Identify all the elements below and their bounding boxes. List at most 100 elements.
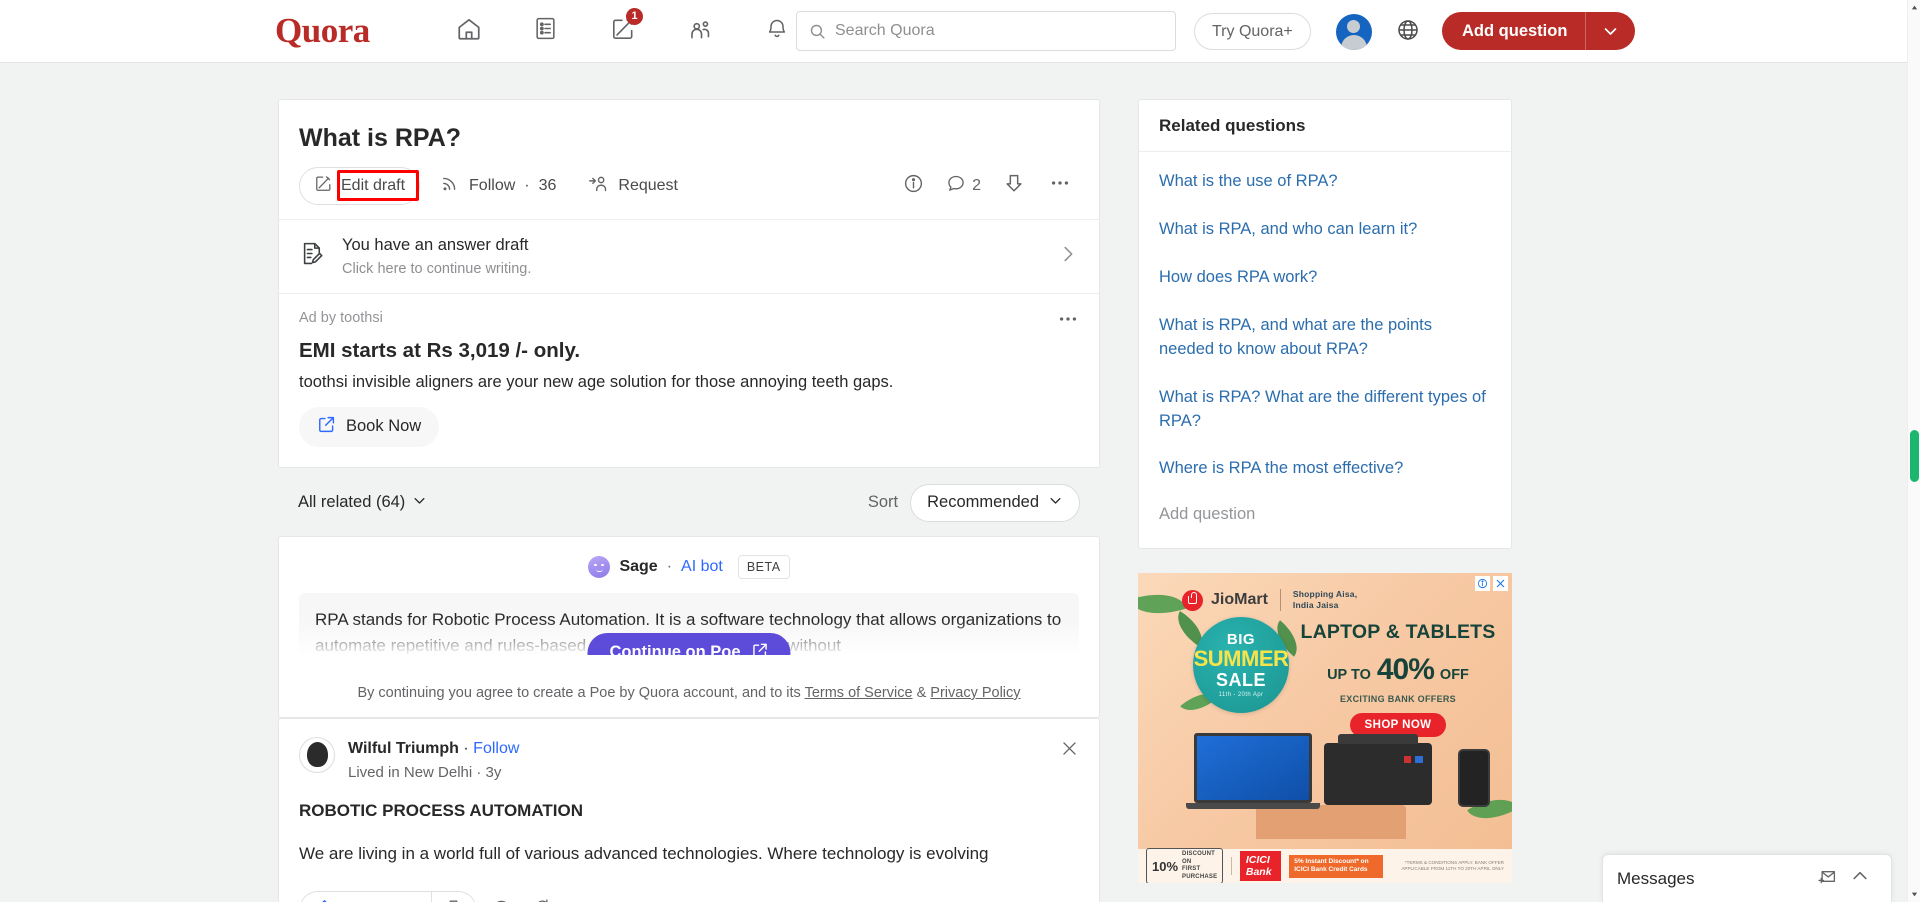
- downvote-button[interactable]: [432, 892, 476, 902]
- sidebar-add-question-button[interactable]: Add question: [1139, 493, 1511, 536]
- sidebar-advertisement[interactable]: JioMart Shopping Aisa, India Jaisa BIG S…: [1138, 573, 1512, 884]
- related-question-item[interactable]: Where is RPA the most effective?: [1139, 445, 1511, 493]
- inline-advertisement: Ad by toothsi EMI starts at Rs 3,019 /- …: [279, 292, 1099, 467]
- all-related-dropdown[interactable]: All related (64): [298, 493, 427, 513]
- tagline-line-2: India Jaisa: [1292, 600, 1339, 611]
- upvote-button[interactable]: Upvote · 3: [300, 892, 431, 902]
- request-label: Request: [618, 176, 678, 194]
- answer-share-button[interactable]: 1: [527, 898, 573, 902]
- user-avatar[interactable]: [1336, 14, 1372, 50]
- answer-draft-banner[interactable]: You have an answer draft Click here to c…: [279, 218, 1099, 293]
- dismiss-answer-button[interactable]: [1060, 739, 1079, 763]
- search-icon: [809, 23, 826, 40]
- question-downvote-button[interactable]: [995, 167, 1033, 205]
- expand-messages-button[interactable]: [1843, 862, 1877, 896]
- follow-button[interactable]: Follow · 36: [428, 167, 568, 205]
- messages-widget[interactable]: Messages: [1602, 854, 1892, 902]
- chevron-down-icon: [412, 493, 427, 513]
- all-related-label: All related (64): [298, 493, 406, 512]
- search-input[interactable]: [835, 22, 1163, 40]
- logo-divider: [1279, 589, 1281, 612]
- page-content: What is RPA? Edit draft Follow · 36 Requ…: [0, 63, 1907, 902]
- scrollbar-up-arrow[interactable]: [1908, 0, 1920, 15]
- request-button[interactable]: Request: [576, 167, 690, 205]
- continue-on-poe-button[interactable]: Continue on Poe: [587, 632, 791, 655]
- close-icon: [1063, 742, 1076, 755]
- ad-close-button[interactable]: [1493, 576, 1508, 592]
- edit-draft-label: Edit draft: [341, 176, 406, 194]
- language-button[interactable]: [1390, 14, 1426, 50]
- chevron-up-icon: [1850, 866, 1870, 891]
- author-line: Wilful Triumph · Follow: [348, 737, 519, 760]
- chevron-down-icon[interactable]: [1586, 23, 1635, 40]
- author-meta: Wilful Triumph · Follow Lived in New Del…: [348, 737, 519, 784]
- question-comments-button[interactable]: 2: [940, 173, 987, 198]
- messages-title: Messages: [1617, 868, 1695, 888]
- offer-value: 40%: [1376, 653, 1435, 687]
- author-name[interactable]: Wilful Triumph: [348, 740, 459, 757]
- globe-icon: [1396, 18, 1420, 47]
- request-answer-icon: [588, 173, 609, 199]
- sage-answer-body: RPA stands for Robotic Process Automatio…: [299, 592, 1079, 655]
- sort-label: Sort: [867, 493, 899, 512]
- nav-answer-button[interactable]: 1: [584, 8, 661, 52]
- try-quora-plus-button[interactable]: Try Quora+: [1194, 13, 1311, 50]
- sort-dropdown[interactable]: Recommended: [910, 483, 1080, 522]
- follow-count: 36: [538, 176, 557, 194]
- repost-icon: [533, 898, 552, 902]
- more-dots-icon: [1059, 317, 1077, 321]
- scrollbar-thumb[interactable]: [1910, 430, 1919, 482]
- edit-draft-button[interactable]: Edit draft: [299, 166, 421, 205]
- laptop-product-image: [1186, 733, 1320, 810]
- related-question-item[interactable]: What is RPA, and what are the points nee…: [1139, 302, 1511, 374]
- terms-of-service-link[interactable]: Terms of Service: [805, 685, 913, 701]
- ad-bank-offers-line: EXCITING BANK OFFERS: [1339, 694, 1456, 705]
- author-credential: Lived in New Delhi · 3y: [348, 764, 502, 782]
- terms-amp: &: [912, 684, 931, 701]
- ad-info-button[interactable]: [1475, 576, 1490, 592]
- related-question-item[interactable]: What is RPA, and who can learn it?: [1139, 206, 1511, 254]
- privacy-policy-link[interactable]: Privacy Policy: [930, 685, 1020, 701]
- add-question-button[interactable]: Add question: [1442, 12, 1636, 50]
- more-dots-icon: [1029, 897, 1051, 902]
- author-follow-link[interactable]: Follow: [473, 740, 519, 757]
- related-questions-card: Related questions What is the use of RPA…: [1138, 99, 1512, 550]
- continue-on-poe-label: Continue on Poe: [609, 643, 741, 655]
- answer-comment-button[interactable]: [483, 891, 521, 902]
- book-now-button[interactable]: Book Now: [299, 406, 440, 447]
- related-question-item[interactable]: How does RPA work?: [1139, 254, 1511, 302]
- ad-terms-text: *TERMS & CONDITIONS APPLY. BANK OFFER AP…: [1401, 860, 1504, 872]
- page-title: What is RPA?: [299, 124, 462, 152]
- search-bar[interactable]: [796, 11, 1176, 51]
- question-more-button[interactable]: [1041, 167, 1079, 205]
- question-info-button[interactable]: [894, 167, 932, 205]
- sage-role[interactable]: AI bot: [681, 558, 723, 576]
- related-question-item[interactable]: What is the use of RPA?: [1139, 158, 1511, 206]
- new-message-button[interactable]: [1809, 862, 1843, 896]
- chevron-right-icon[interactable]: [1057, 243, 1079, 270]
- nav-home-button[interactable]: [430, 10, 507, 52]
- scrollbar-down-arrow[interactable]: [1908, 887, 1920, 902]
- edit-pencil-icon: [314, 174, 333, 198]
- ad-options-button[interactable]: [1057, 308, 1079, 335]
- quora-logo[interactable]: Quora: [275, 11, 370, 51]
- ad-attribution: Ad by toothsi: [299, 309, 383, 326]
- phone-product-image: [1458, 749, 1490, 808]
- downvote-arrow-icon: [444, 898, 463, 902]
- comment-bubble-icon: [946, 173, 966, 198]
- discount-percent: 10%: [1152, 858, 1179, 874]
- jiomart-tagline: Shopping Aisa, India Jaisa: [1293, 589, 1357, 611]
- nav-following-button[interactable]: [507, 10, 584, 52]
- related-question-item[interactable]: What is RPA? What are the different type…: [1139, 374, 1511, 446]
- nav-spaces-button[interactable]: [661, 10, 738, 52]
- ad-headline: LAPTOP & TABLETS: [1300, 621, 1496, 644]
- laptop-base: [1186, 803, 1320, 810]
- rss-follow-icon: [440, 173, 460, 198]
- related-questions-title: Related questions: [1139, 100, 1511, 152]
- strip-divider: [1231, 857, 1232, 876]
- author-avatar[interactable]: [299, 736, 335, 773]
- avatar-body-shape: [1341, 35, 1367, 50]
- question-action-row: Edit draft Follow · 36 Request 2: [279, 155, 1099, 219]
- answer-more-button[interactable]: [1021, 891, 1059, 902]
- page-scrollbar[interactable]: [1907, 0, 1920, 902]
